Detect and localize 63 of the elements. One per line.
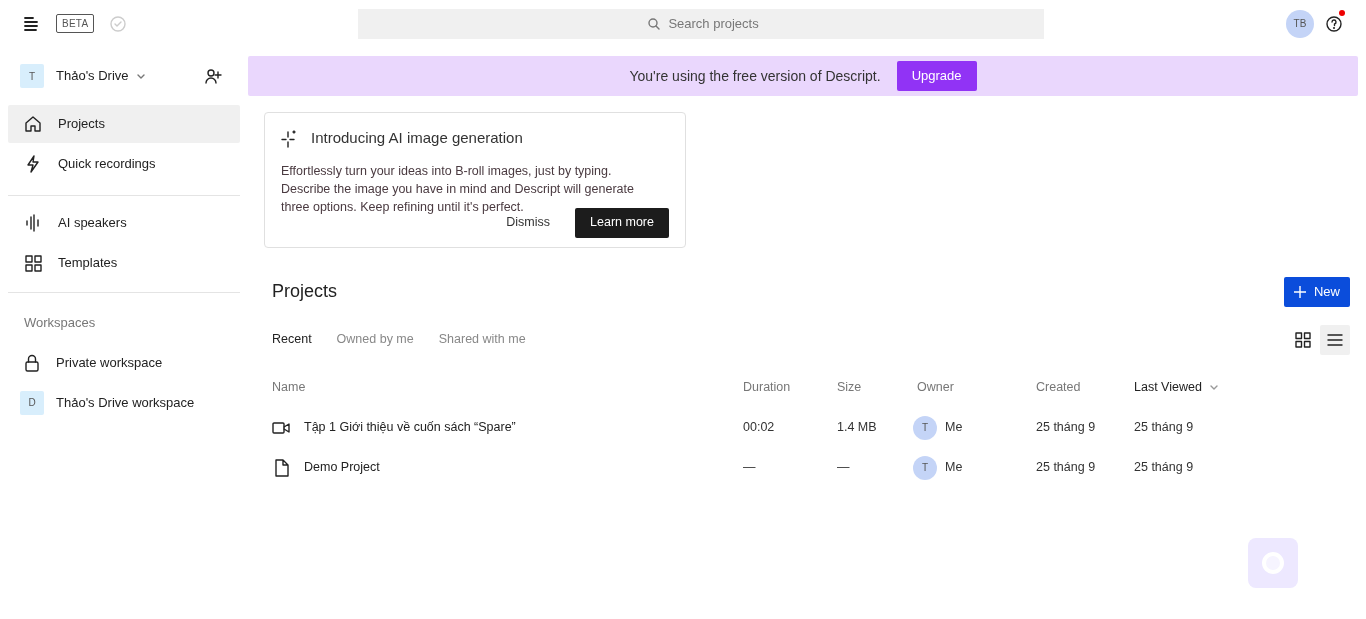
project-row[interactable]: Demo Project — — T Me 25 tháng 9 25 tháng 9 [272,447,1334,488]
project-name: Tập 1 Giới thiệu về cuốn sách “Spare” [304,419,516,437]
section-title: Projects [272,280,338,303]
column-header[interactable]: Last Viewed [1134,378,1254,397]
beta-badge: BETA [56,14,95,33]
size-cell-text: 1.4 MB [837,419,878,437]
search-field[interactable]: Search projects [358,8,1045,39]
check-circle-icon [110,15,127,32]
chevron-down-icon [136,73,145,79]
view-toggle[interactable] [1320,324,1350,355]
owner-avatar: T [913,415,937,440]
sidebar-item[interactable]: Templates [8,244,240,282]
upgrade-button[interactable]: Upgrade [896,61,977,91]
last-viewed-cell-text: 25 tháng 9 [1134,419,1195,437]
list-view-icon [1327,331,1343,348]
sparkle-icon [281,128,297,148]
waveform-icon [25,214,41,232]
lock-icon [24,353,40,372]
new-project-button[interactable]: New [1284,276,1350,307]
drive-initial-avatar: T [20,64,44,88]
plus-icon [1294,285,1306,298]
sort-chevron-icon [1209,385,1218,390]
help-icon [1326,15,1342,32]
column-header[interactable]: Size [837,378,917,397]
video-camera-icon [272,419,290,436]
add-user-icon [205,68,222,84]
drive-selector[interactable]: Thảo's Drive [56,66,145,86]
column-header[interactable]: Owner [917,378,1036,397]
owner-cell-text: Me [945,459,963,477]
menu-icon [24,15,38,32]
user-avatar[interactable]: TB [1286,9,1314,38]
sidebar-item[interactable]: Projects [8,105,240,143]
learn-more-button[interactable]: Learn more [575,207,669,238]
last-viewed-cell-text: 25 tháng 9 [1134,459,1195,477]
home-icon [24,115,42,133]
grid-view-icon [1295,331,1311,348]
project-name: Demo Project [304,459,380,477]
column-header[interactable]: Created [1036,378,1134,397]
banner-text: You're using the free version of Descript. [629,66,881,86]
duration-cell-text: — [743,459,757,477]
dismiss-button[interactable]: Dismiss [506,213,551,232]
sidebar-item[interactable]: Quick recordings [8,145,240,183]
workspace-item[interactable]: D Thảo's Drive workspace [8,382,240,423]
grid-icon [24,254,42,272]
workspace-item[interactable]: Private workspace [8,342,240,383]
search-icon [648,17,661,30]
promo-title: Introducing AI image generation [311,128,523,148]
created-cell-text: 25 tháng 9 [1036,419,1097,437]
section-heading: Workspaces [23,314,97,332]
created-cell-text: 25 tháng 9 [1036,459,1097,477]
filter-tab[interactable]: Owned by me [336,330,414,349]
workspace-avatar: D [20,390,44,415]
project-row[interactable]: Tập 1 Giới thiệu về cuốn sách “Spare” 00:02 1.4 MB T Me 25 tháng 9 25 tháng 9 [272,407,1334,448]
column-header[interactable]: Duration [743,378,837,397]
duration-cell-text: 00:02 [743,419,776,437]
size-cell-text: — [837,459,851,477]
filter-tab[interactable]: Recent [272,330,312,349]
sidebar-item[interactable]: AI speakers [8,204,240,242]
owner-cell-text: Me [945,419,963,437]
document-icon [273,458,289,477]
owner-avatar: T [913,455,937,480]
filter-tab[interactable]: Shared with me [438,330,526,349]
column-header[interactable]: Name [272,378,743,397]
